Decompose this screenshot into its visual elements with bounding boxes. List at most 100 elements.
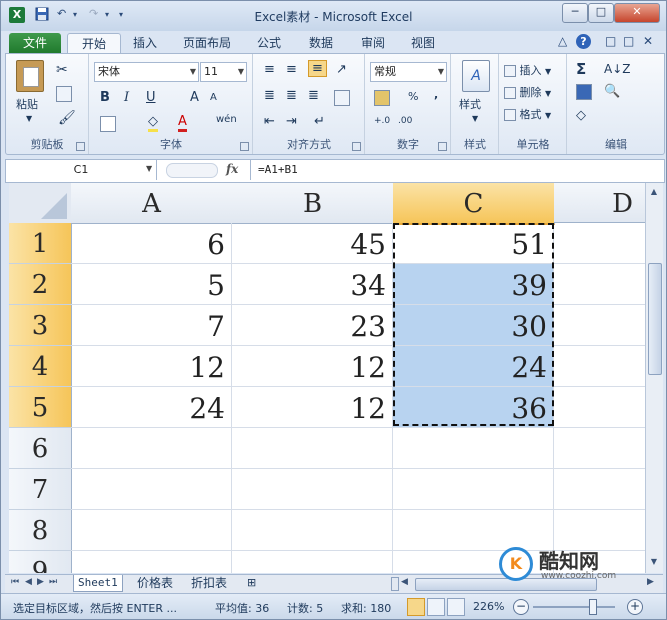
tab-file[interactable]: 文件 [9,33,61,53]
normal-view-button[interactable] [407,598,425,616]
vertical-scrollbar[interactable]: ▲ ▼ [645,183,663,573]
column-header-c[interactable]: C [393,183,555,225]
format-cells-button[interactable]: 格式 ▼ [504,106,551,122]
worksheet-grid[interactable]: A B C D 1 2 3 4 5 6 7 8 9 6 45 51 5 34 3… [9,183,645,573]
cell-b7[interactable] [232,469,393,510]
align-left-icon[interactable]: ≣ [264,88,275,103]
paste-button-label[interactable]: 粘贴 [16,96,38,112]
clipboard-launcher-icon[interactable] [76,142,85,151]
percent-button[interactable]: % [408,90,418,103]
minimize-button[interactable]: ─ [562,3,588,23]
row-header-2[interactable]: 2 [9,264,72,305]
cell-a5[interactable]: 24 [71,387,232,428]
workbook-minimize-icon[interactable]: □ [605,34,616,48]
accounting-format-icon[interactable] [374,90,390,106]
paste-dropdown-icon[interactable]: ▼ [26,114,32,123]
decrease-indent-icon[interactable]: ⇤ [264,114,275,129]
cell-a6[interactable] [71,428,232,469]
align-middle-icon[interactable]: ≡ [286,62,297,77]
cell-c5[interactable]: 36 [393,387,554,428]
cell-a3[interactable]: 7 [71,305,232,346]
row-header-6[interactable]: 6 [9,428,72,469]
align-bottom-icon[interactable]: ≡ [308,60,327,77]
sheet-tab-price[interactable]: 价格表 [133,575,177,591]
tab-page-layout[interactable]: 页面布局 [177,33,237,53]
align-right-icon[interactable]: ≣ [308,88,319,103]
find-select-icon[interactable]: 🔍 [604,84,620,99]
insert-cells-button[interactable]: 插入 ▼ [504,62,551,78]
zoom-slider[interactable] [533,606,615,608]
zoom-in-button[interactable]: + [627,599,643,615]
scroll-right-icon[interactable]: ▶ [647,577,654,587]
name-box[interactable]: C1 [6,160,157,180]
copy-icon[interactable] [56,86,72,102]
zoom-level[interactable]: 226% [473,600,504,613]
cell-c2[interactable]: 39 [393,264,554,305]
last-sheet-icon[interactable]: ⏭ [49,577,57,587]
styles-icon[interactable]: A [462,60,490,92]
maximize-button[interactable]: □ [588,3,614,23]
cell-b9[interactable] [232,551,393,573]
bold-button[interactable]: B [100,90,110,105]
workbook-close-icon[interactable]: ✕ [643,34,653,48]
scroll-left-icon[interactable]: ◀ [401,577,408,587]
cell-b3[interactable]: 23 [232,305,393,346]
workbook-restore-icon[interactable]: □ [623,34,634,48]
align-center-icon[interactable]: ≣ [286,88,297,103]
formula-input[interactable]: =A1+B1 [258,160,298,180]
cell-c7[interactable] [393,469,554,510]
name-box-dropdown-icon[interactable]: ▼ [146,164,152,173]
borders-icon[interactable] [100,116,116,132]
row-header-8[interactable]: 8 [9,510,72,551]
cell-d7[interactable] [554,469,645,510]
select-all-button[interactable] [9,183,72,224]
column-header-a[interactable]: A [71,183,233,224]
first-sheet-icon[interactable]: ⏮ [11,577,19,587]
cell-d6[interactable] [554,428,645,469]
column-header-b[interactable]: B [232,183,394,224]
clear-icon[interactable]: ◇ [576,108,586,123]
cell-b6[interactable] [232,428,393,469]
decrease-decimal-icon[interactable]: .00 [398,116,412,126]
cell-b4[interactable]: 12 [232,346,393,387]
page-layout-view-button[interactable] [427,598,445,616]
shrink-font-button[interactable]: A [210,92,217,103]
underline-button[interactable]: U [146,90,156,105]
fill-icon[interactable] [576,84,592,100]
tab-formulas[interactable]: 公式 [251,33,287,53]
next-sheet-icon[interactable]: ▶ [37,577,44,587]
help-icon[interactable]: ? [576,34,591,49]
fill-color-icon[interactable]: ◇ [148,114,158,132]
cell-b8[interactable] [232,510,393,551]
number-format-combo[interactable]: 常规 ▼ [370,62,447,82]
zoom-slider-thumb[interactable] [589,599,597,615]
cell-d4[interactable] [554,346,645,387]
font-size-combo[interactable]: 11 ▼ [200,62,247,82]
close-button[interactable]: ✕ [614,3,660,23]
tab-home[interactable]: 开始 [67,33,121,54]
paste-icon[interactable] [16,60,44,92]
row-header-9[interactable]: 9 [9,551,72,573]
formula-bar-divider[interactable] [166,163,218,178]
cut-icon[interactable]: ✂ [56,62,68,78]
scroll-down-icon[interactable]: ▼ [647,555,661,569]
cell-c6[interactable] [393,428,554,469]
prev-sheet-icon[interactable]: ◀ [25,577,32,587]
autosum-button[interactable]: Σ [576,60,586,78]
cell-c3[interactable]: 30 [393,305,554,346]
comma-button[interactable]: , [434,88,438,101]
alignment-launcher-icon[interactable] [352,142,361,151]
cell-a2[interactable]: 5 [71,264,232,305]
vertical-scroll-thumb[interactable] [648,263,662,375]
cell-d2[interactable] [554,264,645,305]
cell-c4[interactable]: 24 [393,346,554,387]
font-name-combo[interactable]: 宋体 ▼ [94,62,199,82]
zoom-out-button[interactable]: − [513,599,529,615]
cell-a7[interactable] [71,469,232,510]
format-painter-icon[interactable]: 🖌 [58,110,76,126]
tab-data[interactable]: 数据 [303,33,339,53]
row-header-7[interactable]: 7 [9,469,72,510]
tab-view[interactable]: 视图 [405,33,441,53]
italic-button[interactable]: I [124,90,129,105]
row-header-5[interactable]: 5 [9,387,72,428]
